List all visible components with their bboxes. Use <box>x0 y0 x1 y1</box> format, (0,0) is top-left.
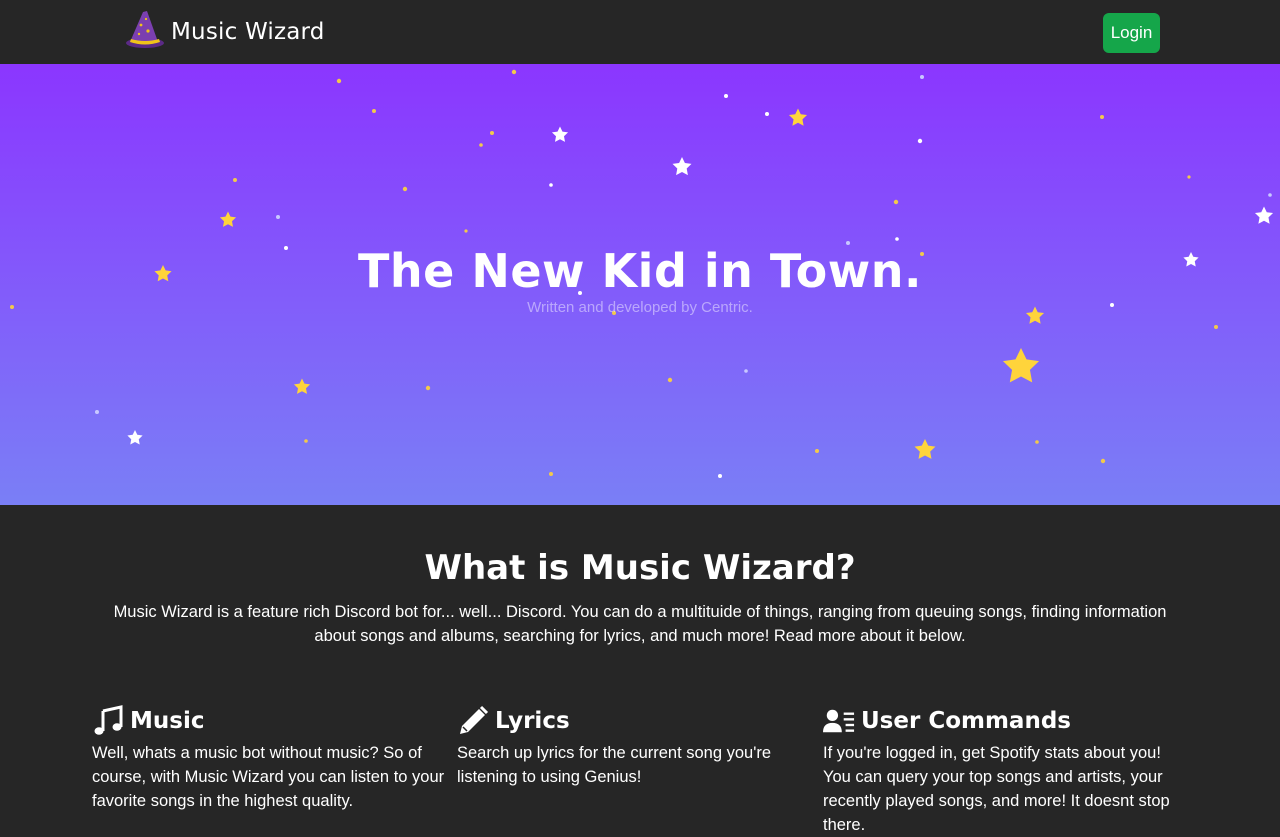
hero-title: The New Kid in Town. <box>357 244 923 298</box>
login-button[interactable]: Login <box>1103 13 1160 53</box>
feature-lyrics-heading: Lyrics <box>457 703 817 739</box>
feature-music-title: Music <box>130 708 205 734</box>
about-description: Music Wizard is a feature rich Discord b… <box>113 603 1167 645</box>
brand-name: Music Wizard <box>171 19 325 45</box>
feature-user-commands-title: User Commands <box>861 708 1071 734</box>
user-list-icon <box>823 709 855 733</box>
feature-music-heading: Music <box>92 703 452 739</box>
wizard-hat-icon <box>124 10 166 54</box>
pencil-icon <box>460 705 489 734</box>
about-title: What is Music Wizard? <box>424 548 856 588</box>
feature-user-commands-text: If you're logged in, get Spotify stats a… <box>823 744 1170 834</box>
feature-lyrics: Lyrics Search up lyrics for the current … <box>457 703 817 789</box>
music-note-icon <box>94 705 123 735</box>
hero-subtitle: Written and developed by Centric. <box>527 299 753 316</box>
feature-user-commands: User Commands If you're logged in, get S… <box>823 703 1183 837</box>
hero-banner: The New Kid in Town. Written and develop… <box>0 64 1280 505</box>
brand-link[interactable]: Music Wizard <box>124 10 325 54</box>
feature-lyrics-title: Lyrics <box>495 708 570 734</box>
feature-user-commands-heading: User Commands <box>823 703 1183 739</box>
feature-lyrics-text: Search up lyrics for the current song yo… <box>457 744 772 786</box>
feature-music: Music Well, whats a music bot without mu… <box>92 703 452 813</box>
navbar: Music Wizard Login <box>0 0 1280 64</box>
feature-music-text: Well, whats a music bot without music? S… <box>92 744 445 810</box>
